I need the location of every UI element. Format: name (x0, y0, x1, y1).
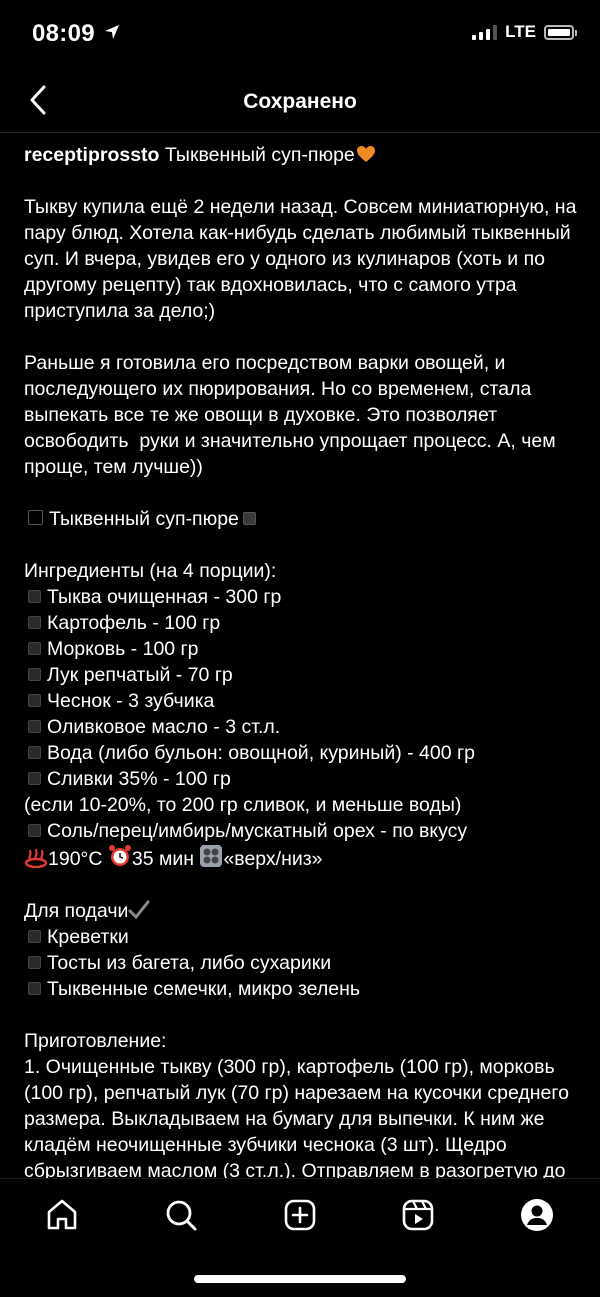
caption-title: Тыквенный суп-пюре (164, 144, 355, 166)
list-item: Чеснок - 3 зубчика (24, 688, 584, 714)
reels-icon (402, 1199, 434, 1231)
control-knobs-icon (200, 845, 223, 867)
location-arrow-icon (105, 25, 119, 39)
status-bar: 08:09 LTE (0, 0, 600, 70)
serving-list: Креветки Тосты из багета, либо сухарики … (24, 924, 584, 1002)
oven-settings: 190°C 35 мин «верх/низ» (24, 844, 584, 872)
recipe-title-line: Тыквенный суп-пюре (24, 506, 584, 532)
caption-paragraph-2: Раньше я готовила его посредством варки … (24, 352, 562, 478)
black-square-icon (28, 616, 41, 629)
nav-bar: Сохранено (0, 72, 600, 133)
ingredients-list: Тыква очищенная - 300 гр Картофель - 100… (24, 584, 584, 844)
black-square-icon (28, 668, 41, 681)
list-item: Тыквенные семечки, микро зелень (24, 976, 584, 1002)
list-item: Тосты из багета, либо сухарики (24, 950, 584, 976)
serving-title: Для подачи (24, 900, 129, 922)
status-time: 08:09 (32, 20, 95, 47)
list-item: Сливки 35% - 100 гр (24, 766, 584, 792)
list-item: Морковь - 100 гр (24, 636, 584, 662)
tab-profile[interactable] (517, 1195, 557, 1235)
list-item: Соль/перец/имбирь/мускатный орех - по вк… (24, 818, 584, 844)
white-square-icon (28, 510, 43, 525)
black-square-icon (28, 590, 41, 603)
alarm-clock-icon (108, 845, 131, 866)
ingredients-title: Ингредиенты (на 4 порции): (24, 560, 277, 582)
battery-icon (544, 24, 577, 40)
black-square-icon (28, 694, 41, 707)
post-caption: receptiprossto Тыквенный суп-пюре Тыкву … (24, 140, 584, 1178)
black-square-icon (28, 772, 41, 785)
cream-note: (если 10-20%, то 200 гр сливок, и меньше… (24, 794, 462, 816)
black-square-icon (28, 930, 41, 943)
page-title: Сохранено (243, 90, 357, 113)
status-indicators: LTE (472, 22, 577, 42)
list-item: Оливковое масло - 3 ст.л. (24, 714, 584, 740)
tab-create[interactable] (280, 1195, 320, 1235)
tab-bar (0, 1178, 600, 1259)
search-icon (166, 1200, 197, 1231)
recipe-title: Тыквенный суп-пюре (49, 508, 239, 530)
black-square-icon (28, 720, 41, 733)
list-item: Вода (либо бульон: овощной, куриный) - 4… (24, 740, 584, 766)
create-icon (284, 1199, 316, 1231)
black-square-icon (28, 956, 41, 969)
home-icon (47, 1199, 77, 1230)
list-item: Лук репчатый - 70 гр (24, 662, 584, 688)
black-square-icon (28, 642, 41, 655)
list-item: Тыква очищенная - 300 гр (24, 584, 584, 610)
hot-springs-icon (24, 848, 48, 868)
black-square-icon (28, 982, 41, 995)
signal-icon (472, 24, 498, 40)
prep-text: 1. Очищенные тыкву (300 гр), картофель (… (24, 1056, 569, 1178)
black-square-icon (242, 512, 256, 525)
tab-reels[interactable] (398, 1195, 438, 1235)
tab-search[interactable] (161, 1195, 201, 1235)
list-item: Картофель - 100 гр (24, 610, 584, 636)
profile-icon (521, 1199, 553, 1231)
caption-header: receptiprossto Тыквенный суп-пюре (24, 142, 584, 168)
tab-home[interactable] (42, 1195, 82, 1235)
serving-title-line: Для подачи (24, 898, 584, 924)
username-link[interactable]: receptiprossto (24, 144, 159, 166)
network-type: LTE (505, 22, 536, 41)
check-mark-icon (128, 900, 150, 920)
prep-title: Приготовление: (24, 1030, 167, 1052)
black-square-icon (28, 746, 41, 759)
black-square-icon (28, 824, 41, 837)
caption-paragraph-1: Тыкву купила ещё 2 недели назад. Совсем … (24, 196, 582, 322)
list-item: Креветки (24, 924, 584, 950)
orange-heart-icon (356, 146, 375, 162)
home-indicator[interactable] (194, 1275, 406, 1283)
